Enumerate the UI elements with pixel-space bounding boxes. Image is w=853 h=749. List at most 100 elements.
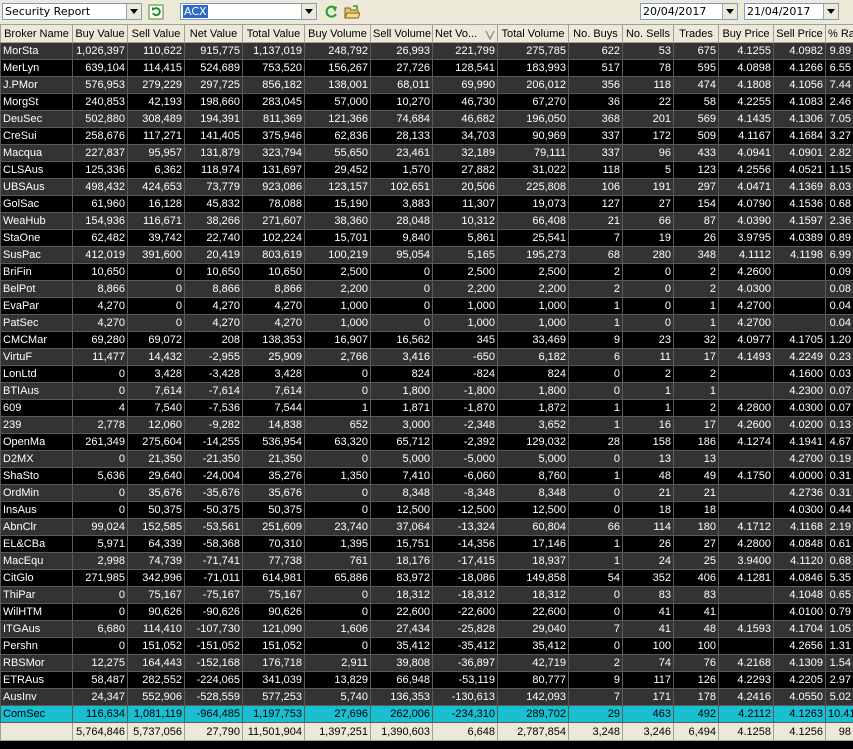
- broker-name-cell: CLSAus: [0, 161, 73, 179]
- table-cell: 198,660: [184, 93, 243, 111]
- table-row[interactable]: D2MX 0 21,350 -21,350 21,350 0 5,000 -5,000 5,00…: [0, 450, 853, 468]
- table-row[interactable]: ITGAus 6,680 114,410 -107,730 121,090 1,606 27…: [0, 620, 853, 638]
- broker-data-grid[interactable]: Broker Name Buy Value Sell Value Net Val…: [0, 24, 853, 749]
- total-cell: 3,248: [568, 722, 623, 741]
- date-from-picker[interactable]: 20/04/2017: [640, 3, 738, 20]
- table-cell: [718, 501, 774, 519]
- refresh-icon[interactable]: [148, 4, 164, 20]
- table-cell: 180: [673, 518, 719, 536]
- column-header-net-volume[interactable]: Net Vo...: [432, 24, 498, 43]
- table-row[interactable]: MacEqu 2,998 74,739 -71,741 77,738 761 18,176-…: [0, 552, 853, 570]
- table-row[interactable]: OrdMin 0 35,676 -35,676 35,676 0 8,348 -8,348 8,…: [0, 484, 853, 502]
- table-row[interactable]: OpenMa 261,349 275,604 -14,255 536,954 63,320…: [0, 433, 853, 451]
- table-cell: 0: [72, 501, 128, 519]
- table-cell: 121,090: [242, 620, 305, 638]
- column-header-no-buys[interactable]: No. Buys: [568, 24, 623, 43]
- table-row[interactable]: DeuSec 502,880 308,489 194,391 811,369 121,36…: [0, 110, 853, 128]
- table-row[interactable]: CreSui 258,676 117,271 141,405 375,946 62,836…: [0, 127, 853, 145]
- table-row[interactable]: StaOne 62,482 39,742 22,740 102,224 15,701 9,8…: [0, 229, 853, 247]
- table-cell: 391,600: [127, 246, 185, 264]
- table-cell: 183,993: [497, 59, 569, 77]
- broker-name-cell: OpenMa: [0, 433, 73, 451]
- table-cell: 65,712: [370, 433, 433, 451]
- table-row[interactable]: InsAus 0 50,375 -50,375 50,375 0 12,500 -12,500…: [0, 501, 853, 519]
- table-cell: 509: [673, 127, 719, 145]
- table-row[interactable]: VirtuF 11,477 14,432 -2,955 25,909 2,766 3,416…: [0, 348, 853, 366]
- table-cell: 271,607: [242, 212, 305, 230]
- table-cell: 118: [622, 76, 674, 94]
- table-row[interactable]: ETRAus 58,487 282,552 -224,065 341,039 13,829…: [0, 671, 853, 689]
- column-header-no-sells[interactable]: No. Sells: [622, 24, 674, 43]
- column-header-trades[interactable]: Trades: [673, 24, 719, 43]
- table-cell: 196,050: [497, 110, 569, 128]
- table-row[interactable]: UBSAus 498,432 424,653 73,779 923,086 123,157…: [0, 178, 853, 196]
- table-cell: 4.1255: [718, 42, 774, 60]
- table-row[interactable]: CMCMar 69,280 69,072 208 138,353 16,907 16,562…: [0, 331, 853, 349]
- table-cell: 0: [370, 263, 433, 281]
- broker-name-cell: EL&CBa: [0, 535, 73, 553]
- table-cell: 64,339: [127, 535, 185, 553]
- chevron-down-icon[interactable]: [126, 4, 141, 19]
- table-row[interactable]: MerLyn 639,104 114,415 524,689 753,520 156,26…: [0, 59, 853, 77]
- broker-name-cell: WeaHub: [0, 212, 73, 230]
- column-header-buy-price[interactable]: Buy Price: [718, 24, 774, 43]
- table-cell: 0: [568, 603, 623, 621]
- table-row[interactable]: MorSta 1,026,397 110,622 915,775 1,137,019 24…: [0, 42, 853, 60]
- table-row[interactable]: 609 4 7,540 -7,536 7,544 1 1,871 -1,870 1,872 1 1 2…: [0, 399, 853, 417]
- chevron-down-icon[interactable]: [722, 4, 737, 19]
- column-header-total-value[interactable]: Total Value: [242, 24, 305, 43]
- table-row[interactable]: SusPac 412,019 391,600 20,419 803,619 100,219…: [0, 246, 853, 264]
- table-row[interactable]: BelPot 8,866 0 8,866 8,866 2,200 0 2,200 2,200 2 0…: [0, 280, 853, 298]
- table-row[interactable]: PatSec 4,270 0 4,270 4,270 1,000 0 1,000 1,000 1 0…: [0, 314, 853, 332]
- column-header-total-volume[interactable]: Total Volume: [497, 24, 569, 43]
- table-row[interactable]: ThiPar 0 75,167 -75,167 75,167 0 18,312 -18,312…: [0, 586, 853, 604]
- table-row[interactable]: EvaPar 4,270 0 4,270 4,270 1,000 0 1,000 1,000 1 0…: [0, 297, 853, 315]
- table-row[interactable]: CitGlo 271,985 342,996 -71,011 614,981 65,886…: [0, 569, 853, 587]
- table-cell: 0: [72, 484, 128, 502]
- report-type-dropdown[interactable]: Security Report: [2, 3, 142, 20]
- table-cell: 614,981: [242, 569, 305, 587]
- table-cell: 83: [622, 586, 674, 604]
- column-header-sell-value[interactable]: Sell Value: [127, 24, 185, 43]
- table-cell: 258,676: [72, 127, 128, 145]
- column-header-buy-value[interactable]: Buy Value: [72, 24, 128, 43]
- chevron-down-icon[interactable]: [301, 4, 316, 19]
- date-to-picker[interactable]: 21/04/2017: [744, 3, 839, 20]
- table-row[interactable]: ShaSto 5,636 29,640 -24,004 35,276 1,350 7,410…: [0, 467, 853, 485]
- chevron-down-icon[interactable]: [823, 4, 838, 19]
- table-row[interactable]: J.PMor 576,953 279,229 297,725 856,182 138,00…: [0, 76, 853, 94]
- table-row[interactable]: GolSac 61,960 16,128 45,832 78,088 15,190 3,88…: [0, 195, 853, 213]
- table-row[interactable]: BriFin 10,650 0 10,650 10,650 2,500 0 2,500 2,50…: [0, 263, 853, 281]
- column-header-sell-volume[interactable]: Sell Volume: [370, 24, 433, 43]
- table-row[interactable]: RBSMor 12,275 164,443 -152,168 176,718 2,911 3…: [0, 654, 853, 672]
- table-cell: 1,000: [432, 314, 498, 332]
- table-row[interactable]: 239 2,778 12,060 -9,282 14,838 652 3,000 -2,348…: [0, 416, 853, 434]
- table-row[interactable]: CLSAus 125,336 6,362 118,974 131,697 29,452 1,…: [0, 161, 853, 179]
- table-cell: 7,544: [242, 399, 305, 417]
- table-row[interactable]: WeaHub 154,936 116,671 38,266 271,607 38,360 2…: [0, 212, 853, 230]
- table-row[interactable]: Macqua 227,837 95,957 131,879 323,794 55,650 2…: [0, 144, 853, 162]
- table-cell: 28: [568, 433, 623, 451]
- table-row[interactable]: AbnClr 99,024 152,585 -53,561 251,609 23,740 3…: [0, 518, 853, 536]
- go-arrow-icon[interactable]: [323, 4, 339, 20]
- column-header-net-value[interactable]: Net Value: [184, 24, 243, 43]
- table-cell: 61,960: [72, 195, 128, 213]
- table-cell: 652: [304, 416, 371, 434]
- column-header-broker-name[interactable]: Broker Name: [0, 24, 73, 43]
- column-header-pct-rank[interactable]: % Rank: [825, 24, 853, 43]
- table-row[interactable]: Pershn 0 151,052 -151,052 151,052 0 35,412 -35,…: [0, 637, 853, 655]
- table-row[interactable]: EL&CBa 5,971 64,339 -58,368 70,310 1,395 15,75…: [0, 535, 853, 553]
- open-folder-icon[interactable]: [344, 4, 360, 20]
- column-header-buy-volume[interactable]: Buy Volume: [304, 24, 371, 43]
- table-row[interactable]: LonLtd 0 3,428 -3,428 3,428 0 824 -824 824 0 2 2 4.1…: [0, 365, 853, 383]
- table-row[interactable]: MorgSt 240,853 42,193 198,660 283,045 57,000 1…: [0, 93, 853, 111]
- broker-name-cell: ETRAus: [0, 671, 73, 689]
- table-cell: 2.46: [825, 93, 853, 111]
- table-row[interactable]: AusInv 24,347 552,906 -528,559 577,253 5,740 1…: [0, 688, 853, 706]
- table-row[interactable]: BTIAus 0 7,614 -7,614 7,614 0 1,800 -1,800 1,800…: [0, 382, 853, 400]
- table-row[interactable]: ComSec 116,634 1,081,119 -964,485 1,197,753 2…: [0, 705, 853, 723]
- table-row[interactable]: WilHTM 0 90,626 -90,626 90,626 0 22,600 -22,600…: [0, 603, 853, 621]
- table-cell: 21: [673, 484, 719, 502]
- security-code-dropdown[interactable]: ACX: [180, 3, 317, 20]
- column-header-sell-price[interactable]: Sell Price: [773, 24, 826, 43]
